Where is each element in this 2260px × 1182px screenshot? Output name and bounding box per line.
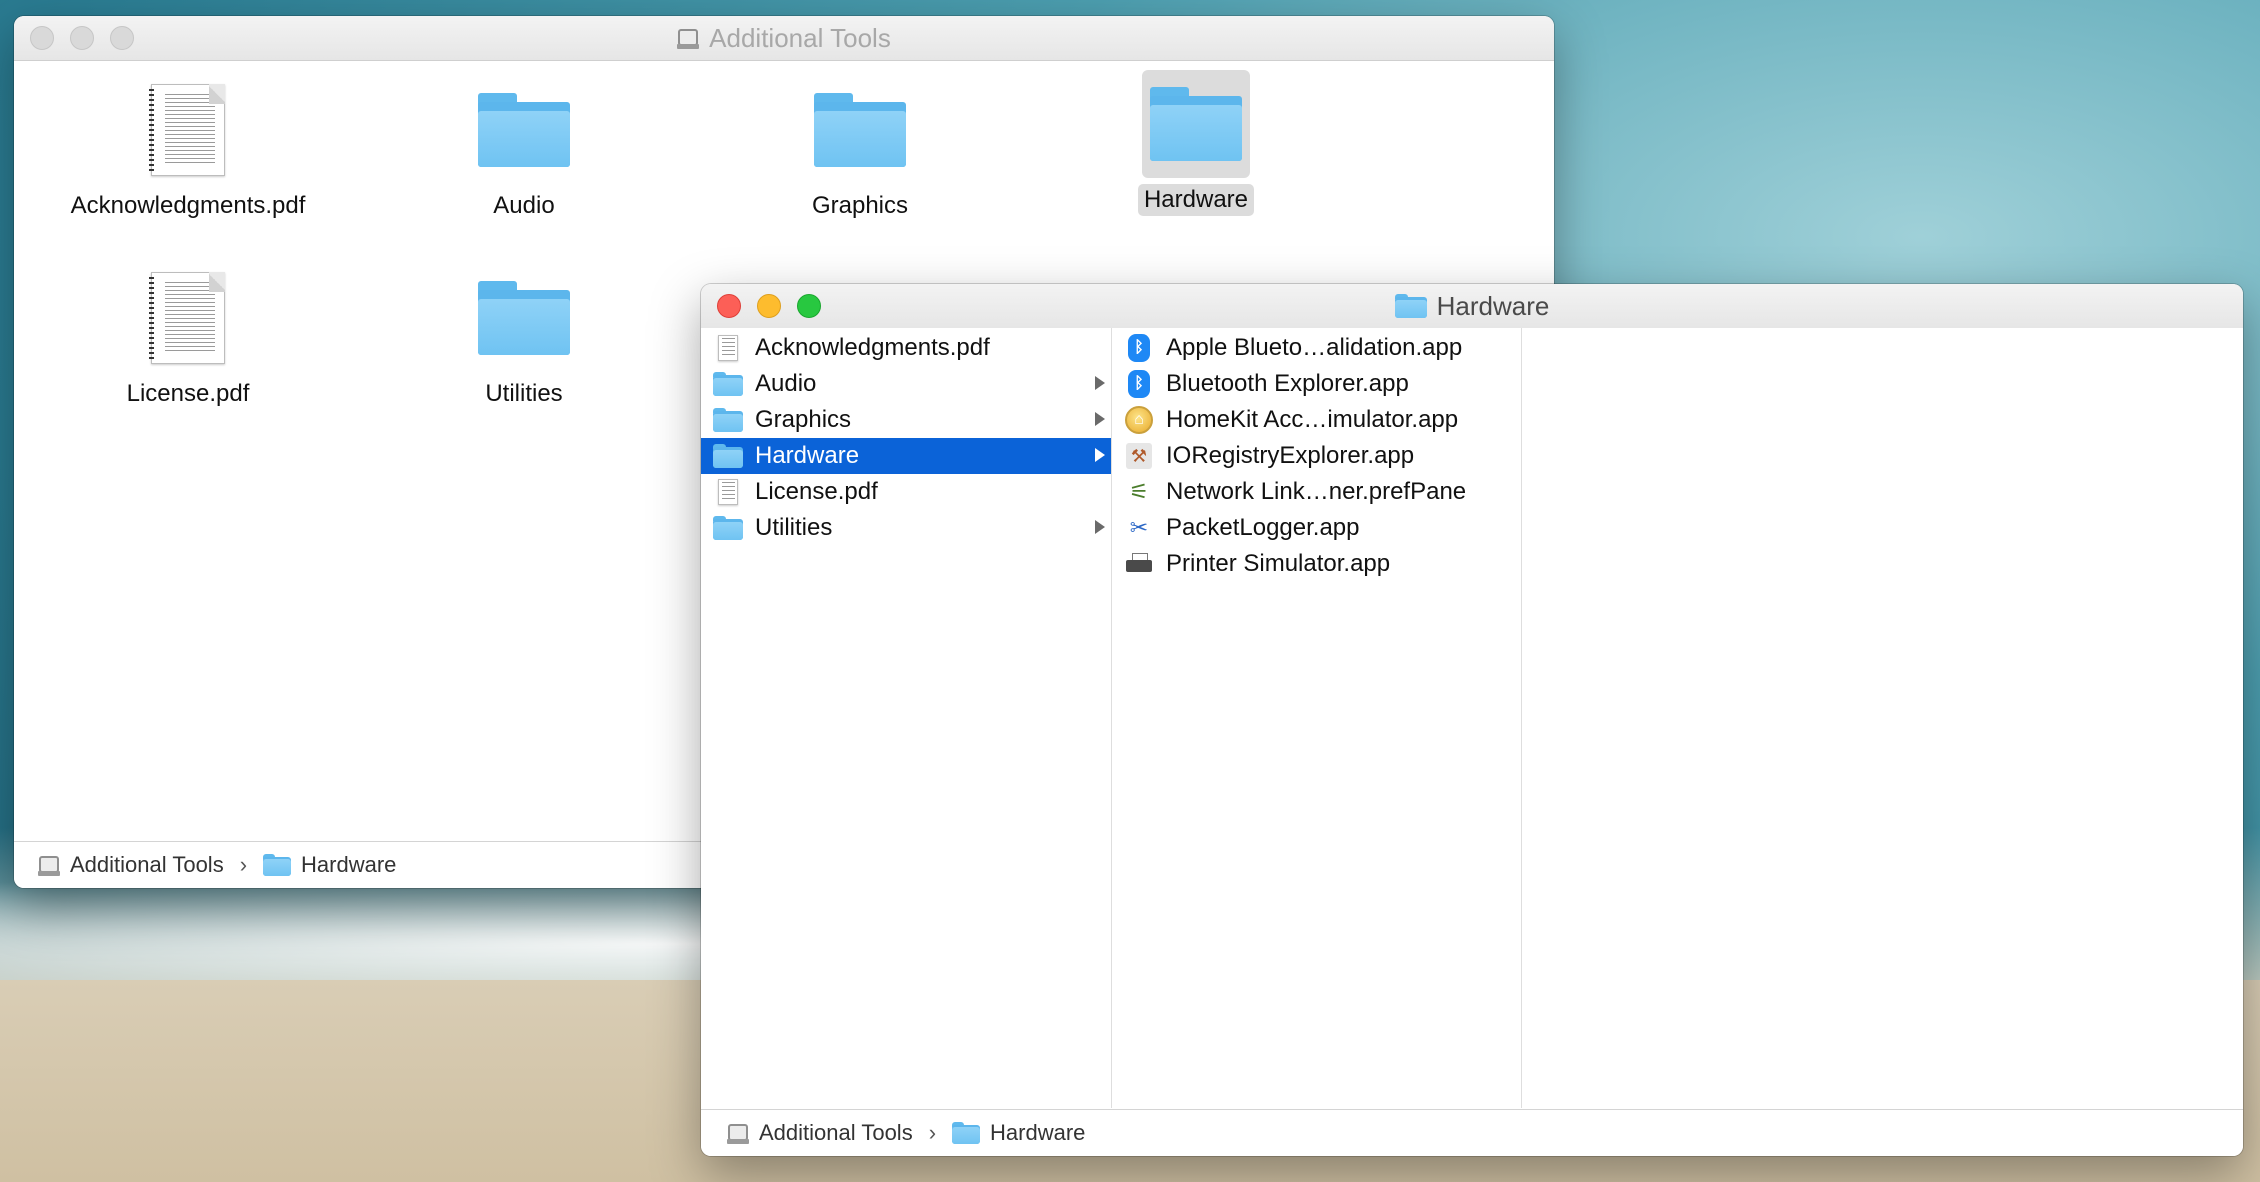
list-item-label: License.pdf xyxy=(755,478,878,505)
minimize-button[interactable] xyxy=(70,26,94,50)
folder-icon xyxy=(1142,70,1250,178)
folder-icon xyxy=(713,407,743,433)
grid-item-audio[interactable]: Audio xyxy=(414,76,634,222)
close-button[interactable] xyxy=(717,294,741,318)
folder-icon xyxy=(713,515,743,541)
disclosure-arrow-icon xyxy=(1095,448,1105,462)
zoom-button[interactable] xyxy=(797,294,821,318)
network-link-icon: ⚟ xyxy=(1129,479,1149,504)
folder-icon xyxy=(952,1122,981,1144)
browser-column-3[interactable] xyxy=(1522,328,2243,1108)
grid-item-hardware[interactable]: Hardware xyxy=(1086,70,1306,216)
window-controls xyxy=(30,26,134,50)
bluetooth-icon: ᛒ xyxy=(1124,334,1154,362)
list-item-network-link-conditioner[interactable]: ⚟ Network Link…ner.prefPane xyxy=(1112,474,1521,510)
path-item-hardware[interactable]: Hardware xyxy=(301,852,396,878)
grid-item-utilities[interactable]: Utilities xyxy=(414,264,634,410)
grid-item-label: Audio xyxy=(493,192,555,219)
list-item-license[interactable]: License.pdf xyxy=(701,474,1111,510)
folder-icon xyxy=(470,264,578,372)
minimize-button[interactable] xyxy=(757,294,781,318)
list-item-acknowledgments[interactable]: Acknowledgments.pdf xyxy=(701,330,1111,366)
grid-item-label: License.pdf xyxy=(126,380,250,407)
list-item-label: Network Link…ner.prefPane xyxy=(1166,478,1467,505)
pdf-icon xyxy=(713,479,743,505)
disclosure-arrow-icon xyxy=(1095,520,1105,534)
folder-icon xyxy=(263,854,292,876)
pdf-icon xyxy=(134,264,242,372)
window-title: Hardware xyxy=(1436,290,1550,321)
disk-icon xyxy=(727,1122,749,1144)
list-item-label: Apple Blueto…alidation.app xyxy=(1166,334,1463,361)
list-item-label: Hardware xyxy=(755,442,860,469)
bluetooth-icon: ᛒ xyxy=(1124,370,1154,398)
list-item-printer-simulator[interactable]: Printer Simulator.app xyxy=(1112,546,1521,582)
close-button[interactable] xyxy=(30,26,54,50)
window-title: Additional Tools xyxy=(709,22,891,53)
homekit-icon: ⌂ xyxy=(1124,406,1154,434)
list-item-graphics[interactable]: Graphics xyxy=(701,402,1111,438)
titlebar[interactable]: Hardware xyxy=(701,284,2243,329)
list-item-bluetooth-explorer[interactable]: ᛒ Bluetooth Explorer.app xyxy=(1112,366,1521,402)
grid-item-label: Utilities xyxy=(485,380,563,407)
path-item-additional-tools[interactable]: Additional Tools xyxy=(70,852,224,878)
folder-icon xyxy=(713,371,743,397)
path-item-additional-tools[interactable]: Additional Tools xyxy=(759,1120,913,1146)
window-controls xyxy=(717,294,821,318)
grid-item-label: Acknowledgments.pdf xyxy=(70,192,306,219)
grid-item-acknowledgments[interactable]: Acknowledgments.pdf xyxy=(71,76,305,222)
chevron-right-icon: › xyxy=(239,852,248,877)
list-item-label: Audio xyxy=(755,370,817,397)
path-item-hardware[interactable]: Hardware xyxy=(990,1120,1085,1146)
grid-item-label: Hardware xyxy=(1137,184,1255,216)
disclosure-arrow-icon xyxy=(1095,412,1105,426)
disclosure-arrow-icon xyxy=(1095,376,1105,390)
list-item-label: IORegistryExplorer.app xyxy=(1166,442,1415,469)
browser-column-2[interactable]: ᛒ Apple Blueto…alidation.app ᛒ Bluetooth… xyxy=(1112,328,1522,1108)
packetlogger-icon: ✂ xyxy=(1129,515,1149,540)
list-item-homekit-simulator[interactable]: ⌂ HomeKit Acc…imulator.app xyxy=(1112,402,1521,438)
folder-icon xyxy=(470,76,578,184)
disk-icon xyxy=(38,854,60,876)
list-item-label: Acknowledgments.pdf xyxy=(755,334,990,361)
browser-column-1[interactable]: Acknowledgments.pdf Audio Graphics Hardw… xyxy=(701,328,1112,1108)
list-item-hardware[interactable]: Hardware xyxy=(701,438,1111,474)
path-bar: Additional Tools › Hardware xyxy=(701,1109,2243,1156)
list-item-apple-bluetooth-validation[interactable]: ᛒ Apple Blueto…alidation.app xyxy=(1112,330,1521,366)
disk-icon xyxy=(677,27,700,49)
grid-item-graphics[interactable]: Graphics xyxy=(750,76,970,222)
list-item-utilities[interactable]: Utilities xyxy=(701,510,1111,546)
finder-window-hardware[interactable]: Hardware Acknowledgments.pdf Audio Graph… xyxy=(701,284,2243,1156)
printer-icon xyxy=(1124,551,1154,577)
list-item-label: HomeKit Acc…imulator.app xyxy=(1166,406,1459,433)
list-item-audio[interactable]: Audio xyxy=(701,366,1111,402)
ioregistry-icon: ⚒ xyxy=(1124,443,1154,469)
folder-icon xyxy=(806,76,914,184)
folder-icon xyxy=(713,443,743,469)
list-item-packetlogger[interactable]: ✂ PacketLogger.app xyxy=(1112,510,1521,546)
pdf-icon xyxy=(713,335,743,361)
list-item-label: PacketLogger.app xyxy=(1166,514,1360,541)
list-item-label: Bluetooth Explorer.app xyxy=(1166,370,1409,397)
folder-icon xyxy=(1394,294,1427,318)
pdf-icon xyxy=(134,76,242,184)
list-item-label: Utilities xyxy=(755,514,833,541)
chevron-right-icon: › xyxy=(928,1120,937,1145)
grid-item-license[interactable]: License.pdf xyxy=(78,264,298,410)
list-item-label: Graphics xyxy=(755,406,852,433)
list-item-ioregistry-explorer[interactable]: ⚒ IORegistryExplorer.app xyxy=(1112,438,1521,474)
list-item-label: Printer Simulator.app xyxy=(1166,550,1391,577)
zoom-button[interactable] xyxy=(110,26,134,50)
grid-item-label: Graphics xyxy=(811,192,909,219)
titlebar[interactable]: Additional Tools xyxy=(14,16,1554,61)
